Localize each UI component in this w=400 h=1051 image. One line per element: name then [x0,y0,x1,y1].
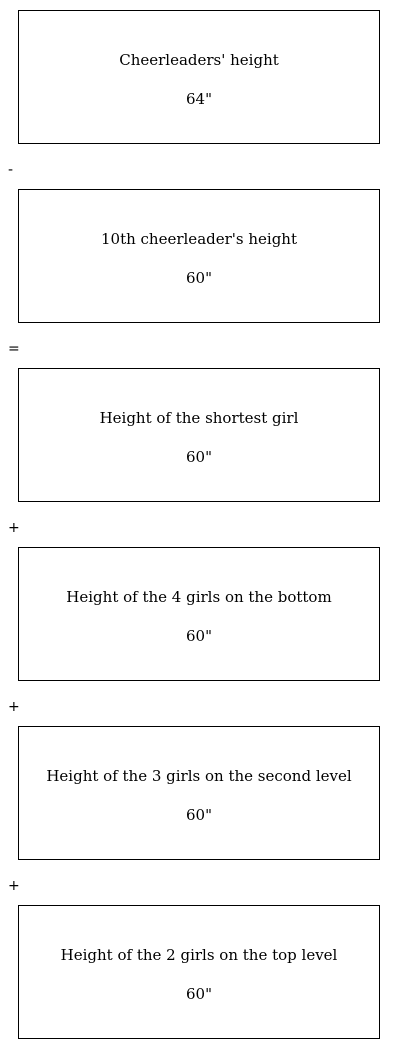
equals-operator: = [8,341,20,357]
box-value: 60" [186,627,212,645]
top-level-girls-height-box: Height of the 2 girls on the top level 6… [18,905,380,1039]
shortest-girl-height-box: Height of the shortest girl 60" [18,368,380,502]
box-title: Height of the shortest girl [99,409,299,427]
box-value: 60" [186,806,212,824]
box-value: 64" [186,90,212,108]
box-title: Height of the 2 girls on the top level [60,946,338,964]
bottom-girls-height-box: Height of the 4 girls on the bottom 60" [18,547,380,681]
box-title: Height of the 3 girls on the second leve… [46,767,352,785]
box-value: 60" [186,985,212,1003]
cheerleaders-height-box: Cheerleaders' height 64" [18,10,380,144]
box-title: 10th cheerleader's height [100,230,297,248]
box-title: Cheerleaders' height [119,51,279,69]
tenth-cheerleader-height-box: 10th cheerleader's height 60" [18,189,380,323]
box-value: 60" [186,269,212,287]
box-title: Height of the 4 girls on the bottom [66,588,332,606]
box-value: 60" [186,448,212,466]
second-level-girls-height-box: Height of the 3 girls on the second leve… [18,726,380,860]
minus-operator: - [8,162,14,178]
plus-operator: + [8,878,20,894]
plus-operator: + [8,699,20,715]
plus-operator: + [8,520,20,536]
